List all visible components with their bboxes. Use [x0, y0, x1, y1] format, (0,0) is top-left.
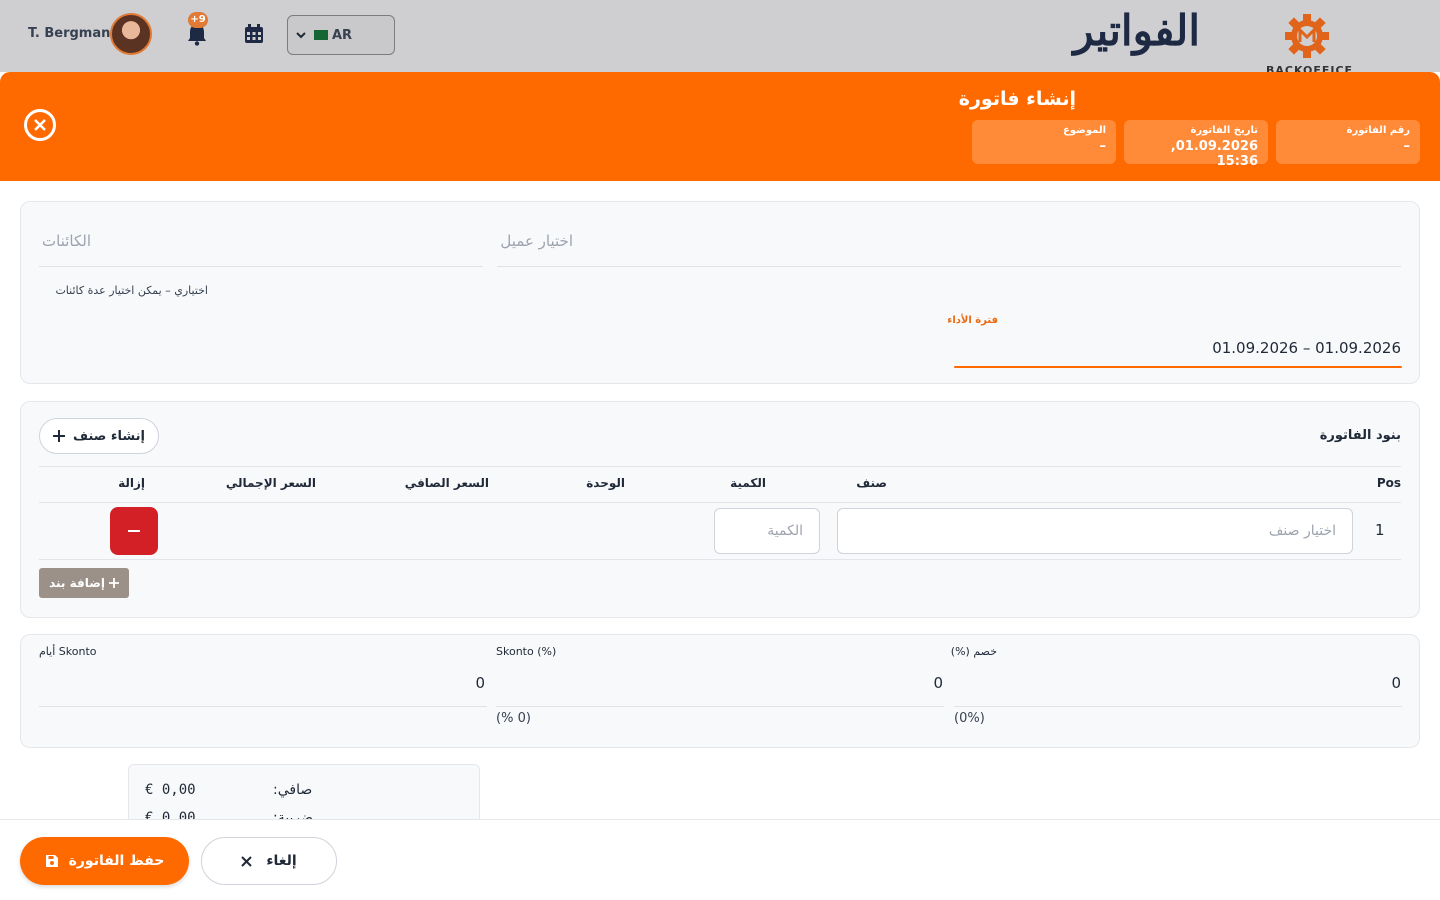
discount-underline [954, 706, 1402, 707]
row-pos: 1 [1375, 521, 1385, 539]
item-select[interactable]: اختيار صنف [837, 508, 1353, 554]
plus-icon [53, 430, 66, 442]
quantity-input[interactable]: الكمية [714, 508, 820, 554]
subject-value: – [1099, 139, 1107, 154]
skonto-sub: (0 %) [496, 711, 531, 726]
col-quantity: الكمية [730, 476, 766, 490]
col-total-price: السعر الإجمالي [225, 476, 316, 490]
avatar[interactable] [110, 13, 152, 55]
col-unit: الوحدة [586, 476, 625, 490]
discount-label: خصم (%) [950, 645, 997, 658]
col-pos: Pos [1376, 476, 1401, 490]
save-icon [45, 855, 58, 867]
item-select-placeholder: اختيار صنف [1268, 523, 1336, 539]
period-input[interactable]: 01.09.2026 – 01.09.2026 [1212, 339, 1401, 357]
discount-input[interactable]: 0 [1391, 674, 1401, 692]
customer-card: اختيار عميل الكائنات اختياري – يمكن اختي… [20, 201, 1420, 384]
customer-select[interactable]: اختيار عميل [500, 232, 573, 250]
subject-box: الموضوع – [972, 120, 1116, 164]
objects-select[interactable]: الكائنات [42, 232, 91, 250]
skonto-days-input[interactable]: 0 [475, 674, 485, 692]
cancel-label: إلغاء [266, 853, 297, 869]
skonto-days-label: Skonto أيام [39, 645, 97, 658]
invoice-number-label: رقم الفاتورة [1346, 125, 1410, 136]
table-header-bottom-line [39, 502, 1401, 503]
create-invoice-modal: إنشاء فاتورة رقم الفاتورة – تاريخ الفاتو… [0, 72, 1440, 900]
gear-logo-icon [1285, 14, 1329, 58]
minus-icon [128, 530, 140, 532]
app-bar: T. Bergmann +9 AR الفواتير BACKOFFICE [0, 0, 1440, 77]
col-net-price: السعر الصافي [404, 476, 489, 490]
cancel-button[interactable]: إلغاء [201, 837, 337, 885]
table-header-top-line [39, 466, 1401, 467]
net-label: صافي: [273, 782, 313, 798]
modal-footer: حفظ الفاتورة إلغاء [0, 819, 1440, 900]
close-icon [34, 119, 46, 131]
save-invoice-button[interactable]: حفظ الفاتورة [20, 837, 189, 885]
create-item-label: إنشاء صنف [73, 428, 145, 444]
objects-select-underline [39, 266, 483, 267]
modal-title: إنشاء فاتورة [958, 88, 1076, 110]
items-title: بنود الفاتورة [1319, 428, 1401, 443]
app-title: الفواتير [1073, 6, 1200, 55]
user-name[interactable]: T. Bergmann [28, 26, 120, 41]
objects-hint: اختياري – يمكن اختيار عدة كائنات [55, 284, 208, 297]
language-label: AR [314, 28, 352, 43]
notification-badge: +9 [188, 12, 208, 28]
invoice-date-value: 01.09.2026, 15:36 [1170, 139, 1258, 169]
create-item-button[interactable]: إنشاء صنف [39, 418, 159, 454]
period-label: فترة الأداء [947, 315, 998, 326]
language-code: AR [332, 27, 353, 43]
save-invoice-label: حفظ الفاتورة [68, 853, 165, 869]
period-underline [954, 366, 1402, 368]
modal-header: إنشاء فاتورة رقم الفاتورة – تاريخ الفاتو… [0, 72, 1440, 181]
skonto-input[interactable]: 0 [933, 674, 943, 692]
quantity-placeholder: الكمية [767, 523, 803, 539]
close-icon [241, 855, 253, 867]
discount-card: خصم (%) 0 (0%) Skonto (%) 0 (0 %) Skonto… [20, 634, 1420, 748]
customer-select-underline [497, 266, 1401, 267]
discount-sub: (0%) [954, 711, 985, 726]
calendar-icon[interactable] [244, 24, 264, 44]
net-value: € 0,00 [145, 782, 196, 798]
skonto-days-underline [39, 706, 487, 707]
subject-label: الموضوع [1063, 125, 1106, 136]
col-remove: إزالة [118, 476, 145, 490]
items-card: بنود الفاتورة إنشاء صنف Pos صنف الكمية ا… [20, 401, 1420, 618]
language-select[interactable]: AR [287, 15, 395, 55]
invoice-date-label: تاريخ الفاتورة [1190, 125, 1258, 136]
table-row-bottom-line [39, 559, 1401, 560]
plus-icon [108, 578, 119, 588]
invoice-date-box: تاريخ الفاتورة 01.09.2026, 15:36 [1124, 120, 1268, 169]
remove-row-button[interactable] [110, 507, 158, 555]
chevron-down-icon [296, 32, 306, 39]
invoice-number-box: رقم الفاتورة – [1276, 120, 1420, 164]
col-item: صنف [856, 476, 887, 490]
add-line-label: إضافة بند [49, 576, 105, 590]
flag-icon [314, 30, 328, 40]
close-button[interactable] [24, 109, 56, 141]
skonto-underline [496, 706, 944, 707]
skonto-label: Skonto (%) [496, 645, 557, 658]
invoice-number-value: – [1403, 139, 1411, 154]
add-line-button[interactable]: إضافة بند [39, 568, 129, 598]
